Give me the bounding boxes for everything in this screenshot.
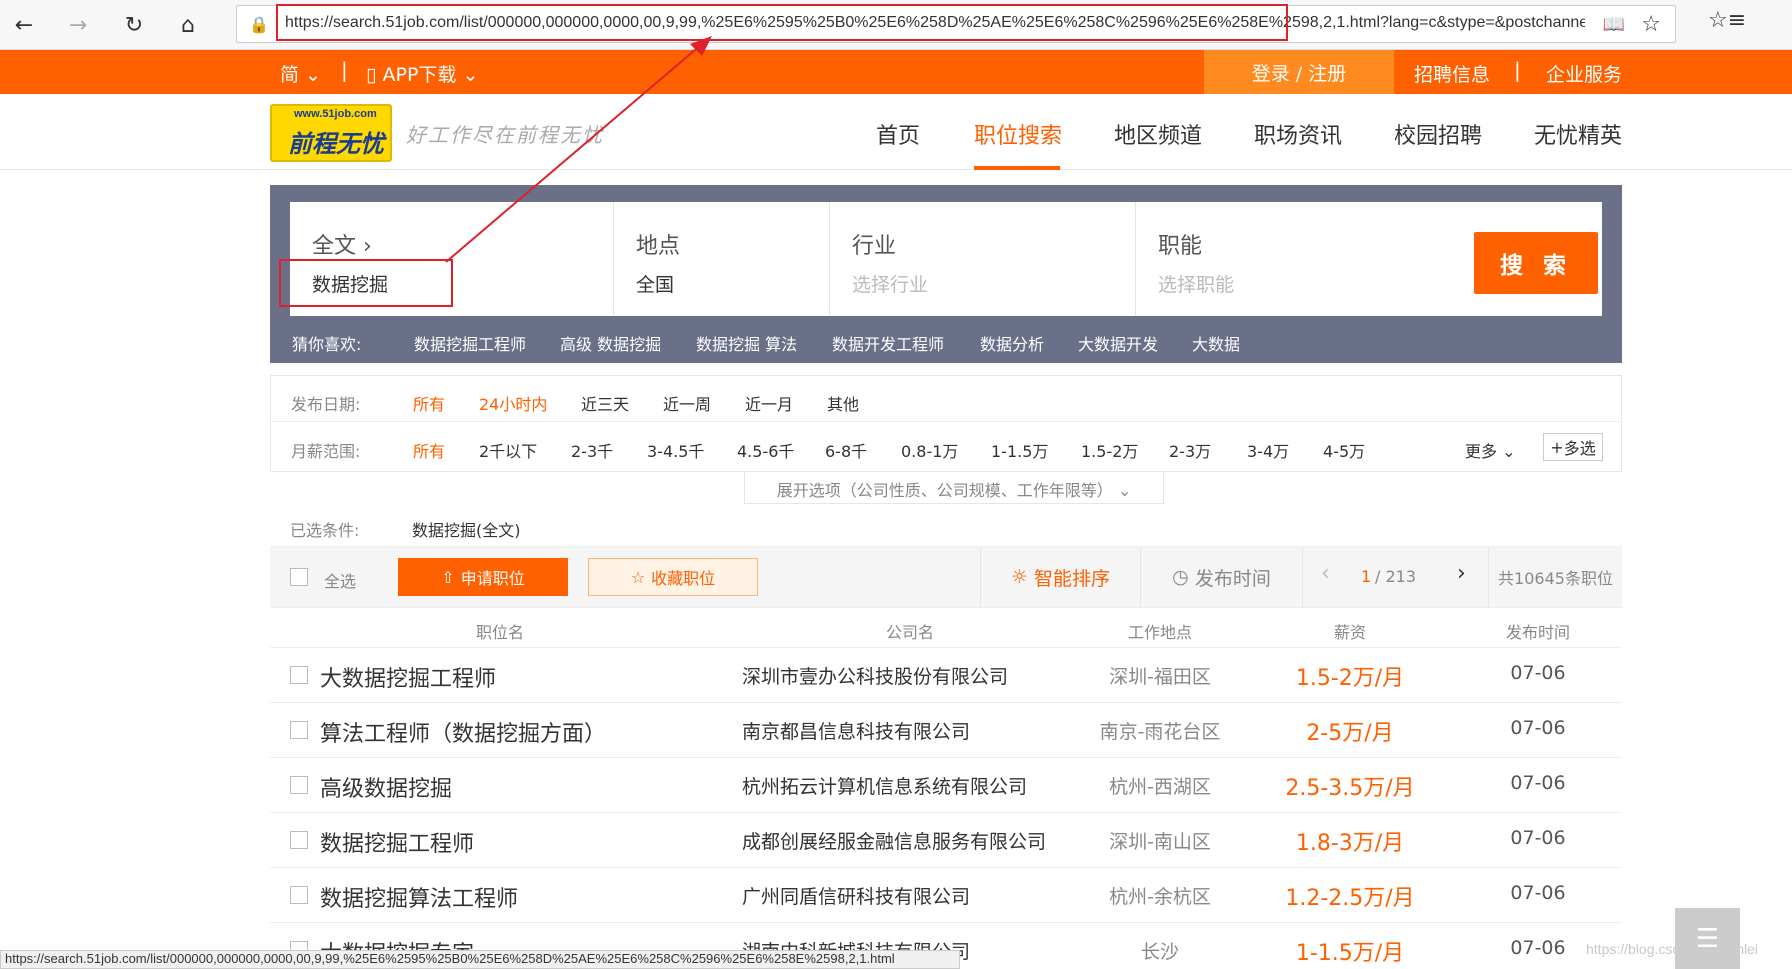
annotation-arrow xyxy=(445,36,712,263)
feedback-chat-icon[interactable]: ☰ xyxy=(1675,908,1740,969)
browser-status-url: https://search.51job.com/list/000000,000… xyxy=(0,950,960,969)
